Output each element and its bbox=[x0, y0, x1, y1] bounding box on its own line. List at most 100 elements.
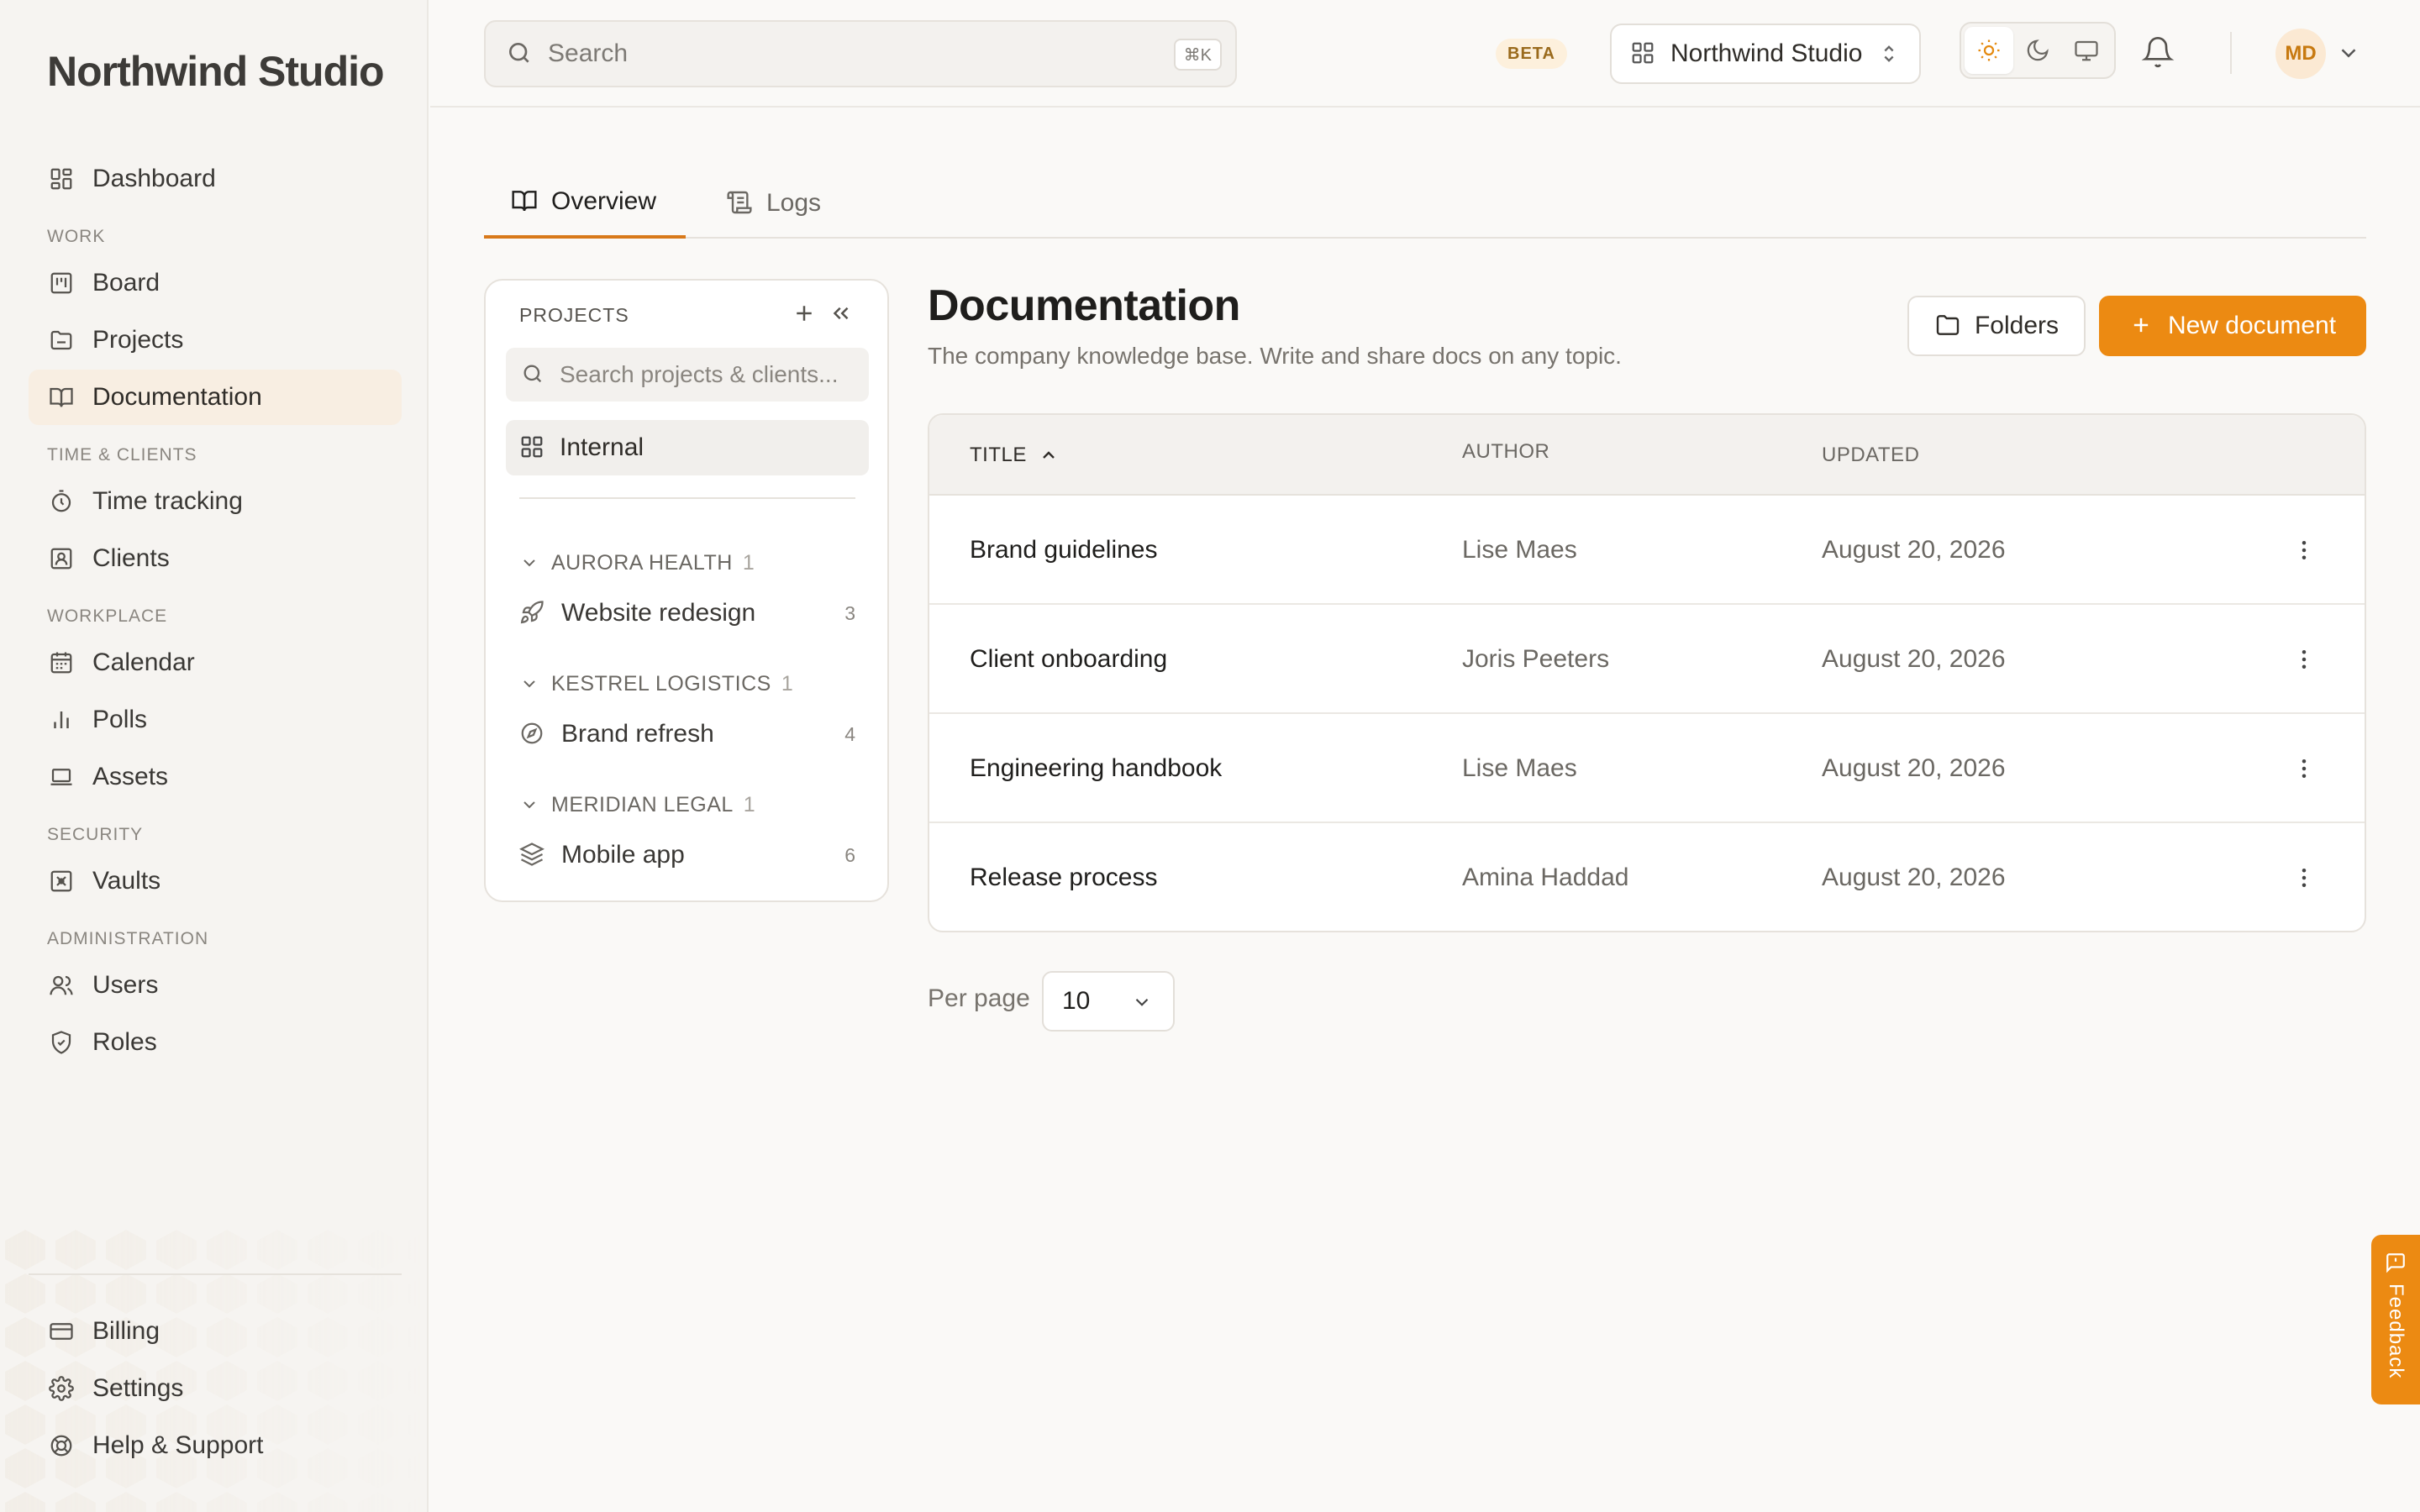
client-group-meridian-legal[interactable]: MERIDIAN LEGAL 1 bbox=[519, 788, 755, 822]
tab-overview[interactable]: Overview bbox=[484, 168, 686, 239]
search-icon bbox=[506, 39, 534, 68]
client-group-name: KESTREL LOGISTICS bbox=[551, 671, 771, 696]
cell-title[interactable]: Engineering handbook bbox=[970, 714, 1222, 823]
laptop-icon bbox=[47, 763, 76, 791]
sidebar-item-assets[interactable]: Assets bbox=[29, 749, 402, 805]
row-menu-button[interactable] bbox=[2289, 605, 2319, 714]
add-project-button[interactable] bbox=[792, 301, 820, 329]
chevrons-left-icon bbox=[829, 301, 857, 326]
sidebar-item-label: Users bbox=[92, 971, 159, 999]
tab-label: Logs bbox=[766, 189, 822, 217]
row-menu-button[interactable] bbox=[2289, 714, 2319, 823]
sidebar-item-documentation[interactable]: Documentation bbox=[29, 370, 402, 425]
column-header-label: UPDATED bbox=[1822, 444, 1920, 466]
tab-logs[interactable]: Logs bbox=[699, 168, 848, 239]
sidebar-item-label: Help & Support bbox=[92, 1431, 264, 1459]
theme-light-button[interactable] bbox=[1965, 27, 2013, 74]
client-group-kestrel-logistics[interactable]: KESTREL LOGISTICS 1 bbox=[519, 667, 793, 701]
per-page-select[interactable]: 10 bbox=[1042, 971, 1175, 1032]
workspace-switcher[interactable]: Northwind Studio bbox=[1610, 24, 1921, 84]
project-brand-refresh[interactable]: Brand refresh 4 bbox=[519, 711, 855, 758]
page-subtitle: The company knowledge base. Write and sh… bbox=[928, 343, 1622, 369]
sidebar-item-clients[interactable]: Clients bbox=[29, 531, 402, 586]
more-vertical-icon bbox=[2291, 538, 2317, 563]
sidebar-item-board[interactable]: Board bbox=[29, 255, 402, 311]
projects-search-input[interactable] bbox=[560, 361, 862, 388]
workspace-name: Northwind Studio bbox=[1670, 39, 1863, 67]
sidebar-item-users[interactable]: Users bbox=[29, 958, 402, 1013]
book-open-icon bbox=[511, 187, 539, 216]
search-input[interactable] bbox=[548, 39, 1136, 68]
row-menu-button[interactable] bbox=[2289, 496, 2319, 605]
rocket-icon bbox=[519, 600, 546, 627]
feedback-tab[interactable]: Feedback bbox=[2371, 1235, 2420, 1404]
table-row[interactable]: Client onboarding Joris Peeters August 2… bbox=[929, 605, 2365, 714]
column-header-label: TITLE bbox=[970, 444, 1027, 466]
sidebar-item-calendar[interactable]: Calendar bbox=[29, 635, 402, 690]
sidebar-item-billing[interactable]: Billing bbox=[29, 1304, 402, 1359]
table-header: TITLE AUTHOR UPDATED bbox=[929, 415, 2365, 496]
sidebar-item-vaults[interactable]: Vaults bbox=[29, 853, 402, 909]
project-label: Mobile app bbox=[561, 841, 685, 869]
notifications-button[interactable] bbox=[2141, 35, 2178, 72]
global-search[interactable]: ⌘K bbox=[484, 20, 1237, 87]
table-row[interactable]: Brand guidelines Lise Maes August 20, 20… bbox=[929, 496, 2365, 605]
new-document-button[interactable]: New document bbox=[2099, 296, 2366, 356]
folders-button[interactable]: Folders bbox=[1907, 296, 2086, 356]
folder-icon bbox=[1934, 312, 1963, 340]
cell-title[interactable]: Brand guidelines bbox=[970, 496, 1158, 605]
project-website-redesign[interactable]: Website redesign 3 bbox=[519, 590, 855, 637]
compass-icon bbox=[519, 721, 546, 748]
sidebar-item-polls[interactable]: Polls bbox=[29, 692, 402, 748]
project-mobile-app[interactable]: Mobile app 6 bbox=[519, 832, 855, 879]
sidebar-item-label: Dashboard bbox=[92, 165, 216, 192]
theme-dark-button[interactable] bbox=[2013, 27, 2062, 74]
projects-divider bbox=[519, 497, 855, 499]
cell-title[interactable]: Release process bbox=[970, 823, 1157, 931]
sidebar-item-roles[interactable]: Roles bbox=[29, 1015, 402, 1070]
row-menu-button[interactable] bbox=[2289, 823, 2319, 931]
projects-search[interactable] bbox=[506, 348, 869, 402]
client-group-aurora-health[interactable]: AURORA HEALTH 1 bbox=[519, 546, 755, 580]
user-menu-button[interactable] bbox=[2336, 40, 2363, 67]
project-label: Website redesign bbox=[561, 599, 756, 627]
cell-title[interactable]: Client onboarding bbox=[970, 605, 1167, 714]
collapse-projects-button[interactable] bbox=[829, 301, 857, 329]
per-page-value: 10 bbox=[1062, 987, 1091, 1015]
column-header-author[interactable]: AUTHOR bbox=[1462, 415, 1550, 492]
theme-system-button[interactable] bbox=[2062, 27, 2111, 74]
plus-icon bbox=[2129, 313, 2154, 339]
moon-icon bbox=[2025, 38, 2050, 63]
grid-icon bbox=[519, 434, 546, 461]
sidebar-item-time-tracking[interactable]: Time tracking bbox=[29, 474, 402, 529]
sidebar-divider bbox=[29, 1273, 402, 1275]
layers-icon bbox=[519, 842, 546, 869]
project-internal[interactable]: Internal bbox=[506, 420, 869, 475]
sidebar-item-label: Vaults bbox=[92, 867, 161, 895]
sidebar-item-label: Board bbox=[92, 269, 160, 297]
sidebar-item-projects[interactable]: Projects bbox=[29, 312, 402, 368]
table-row[interactable]: Release process Amina Haddad August 20, … bbox=[929, 823, 2365, 931]
column-header-label: AUTHOR bbox=[1462, 440, 1550, 463]
column-header-title[interactable]: TITLE bbox=[970, 415, 1059, 496]
brand-title: Northwind Studio bbox=[47, 48, 385, 95]
project-doc-count: 4 bbox=[844, 722, 855, 745]
book-icon bbox=[47, 383, 76, 412]
sidebar-item-label: Assets bbox=[92, 763, 169, 790]
avatar[interactable]: MD bbox=[2275, 29, 2326, 79]
sidebar-section-security: SECURITY bbox=[47, 825, 144, 844]
column-header-updated[interactable]: UPDATED bbox=[1822, 415, 1919, 496]
folder-icon bbox=[47, 326, 76, 354]
cell-author: Lise Maes bbox=[1462, 536, 1577, 564]
scroll-icon bbox=[726, 189, 755, 218]
timer-icon bbox=[47, 487, 76, 516]
client-group-name: MERIDIAN LEGAL bbox=[551, 792, 734, 816]
sidebar-item-help-support[interactable]: Help & Support bbox=[29, 1418, 402, 1473]
sidebar-item-label: Roles bbox=[92, 1028, 157, 1056]
users-icon bbox=[47, 971, 76, 1000]
monitor-icon bbox=[2074, 38, 2099, 63]
sidebar-item-dashboard[interactable]: Dashboard bbox=[29, 151, 402, 207]
table-row[interactable]: Engineering handbook Lise Maes August 20… bbox=[929, 714, 2365, 823]
client-group-count: 1 bbox=[781, 671, 794, 696]
sidebar-item-settings[interactable]: Settings bbox=[29, 1361, 402, 1416]
